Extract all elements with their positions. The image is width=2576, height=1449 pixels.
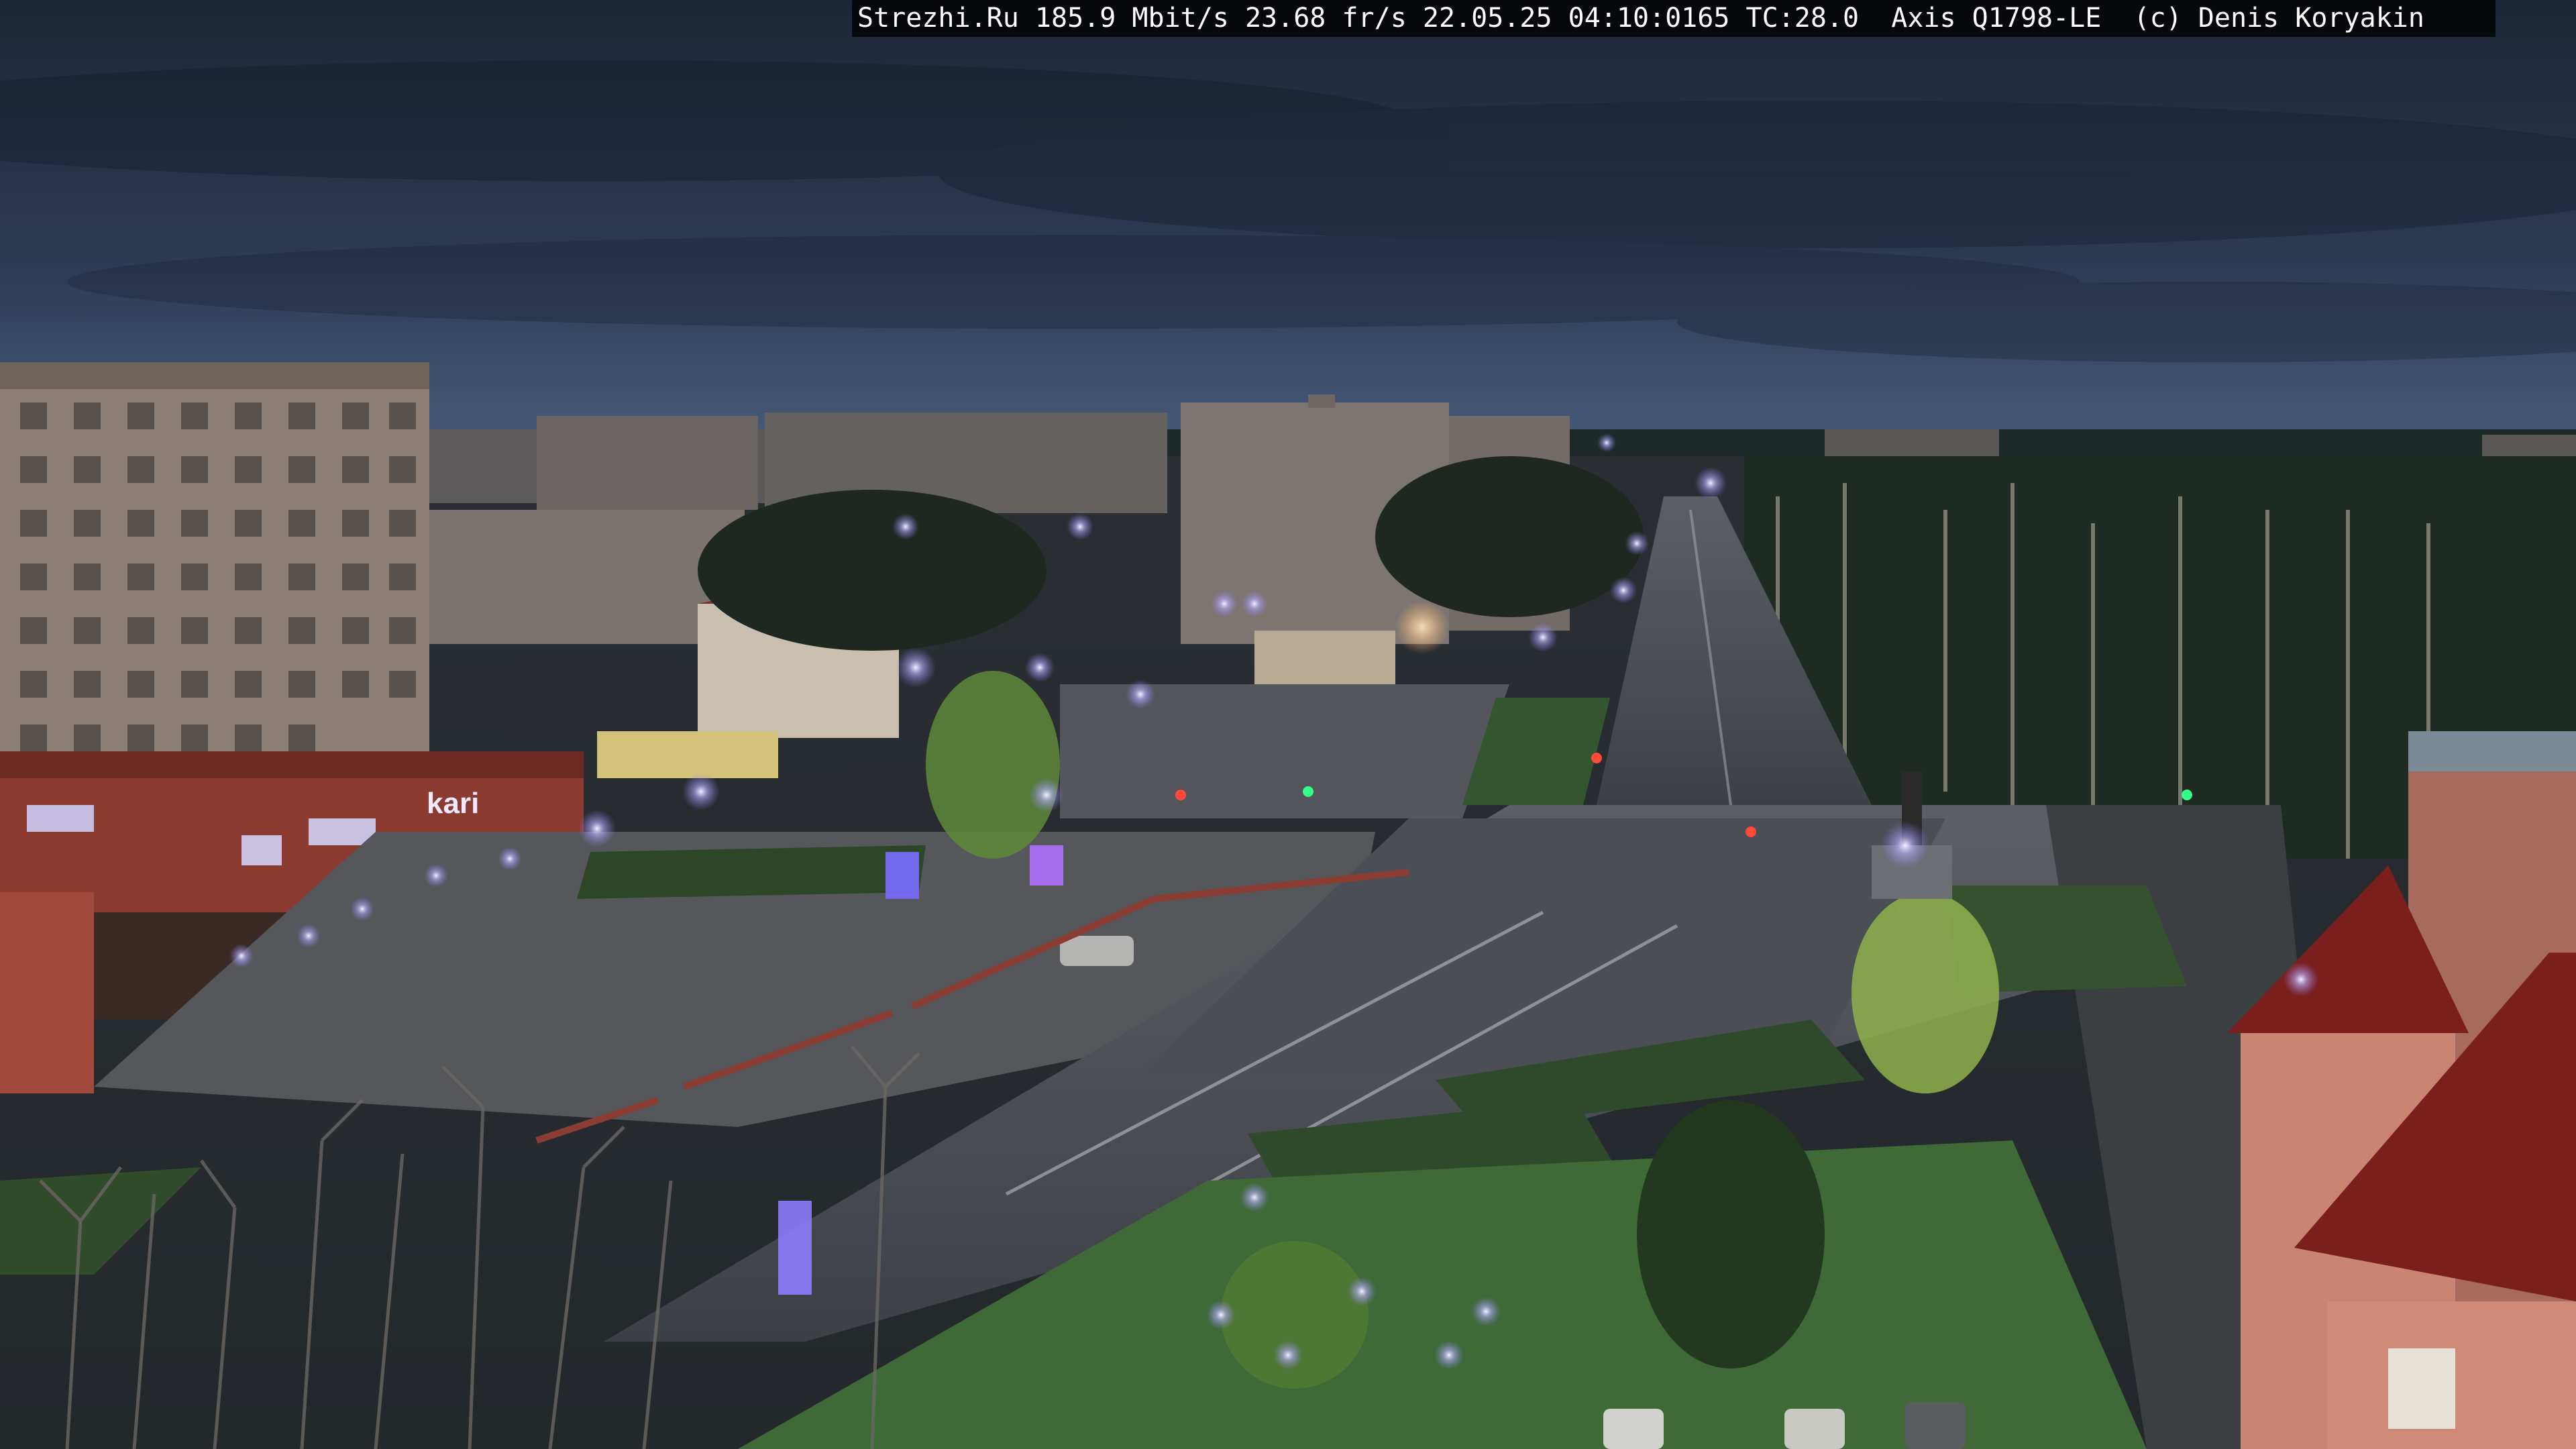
bottom-car-1 (1603, 1409, 1664, 1449)
fir-tree (1637, 1100, 1825, 1368)
tree-cluster-left (698, 490, 1046, 651)
tree-cluster-center (1375, 456, 1644, 617)
neon-decoration-1 (885, 852, 919, 899)
neon-decoration-3 (778, 1201, 812, 1295)
camera-info-overlay: Strezhi.Ru 185.9 Mbit/s 23.68 fr/s 22.05… (852, 0, 2496, 37)
parked-car (1060, 936, 1134, 966)
pavilion (1254, 631, 1395, 691)
neon-decoration-2 (1030, 845, 1063, 885)
left-apartment-block (0, 362, 429, 792)
bottom-car-2 (1784, 1409, 1845, 1449)
parking-square (1060, 684, 1509, 818)
bottom-car-3 (1905, 1402, 1966, 1449)
storefront-sign-kari: kari (427, 787, 479, 820)
five-storey-building (429, 510, 745, 644)
green-tree-left (926, 671, 1060, 859)
webcam-scene: kari (0, 0, 2576, 1449)
kiosk (597, 731, 778, 778)
lawn-upper (577, 845, 926, 899)
warm-light (1395, 600, 1449, 654)
green-tree-right (1851, 892, 1999, 1093)
